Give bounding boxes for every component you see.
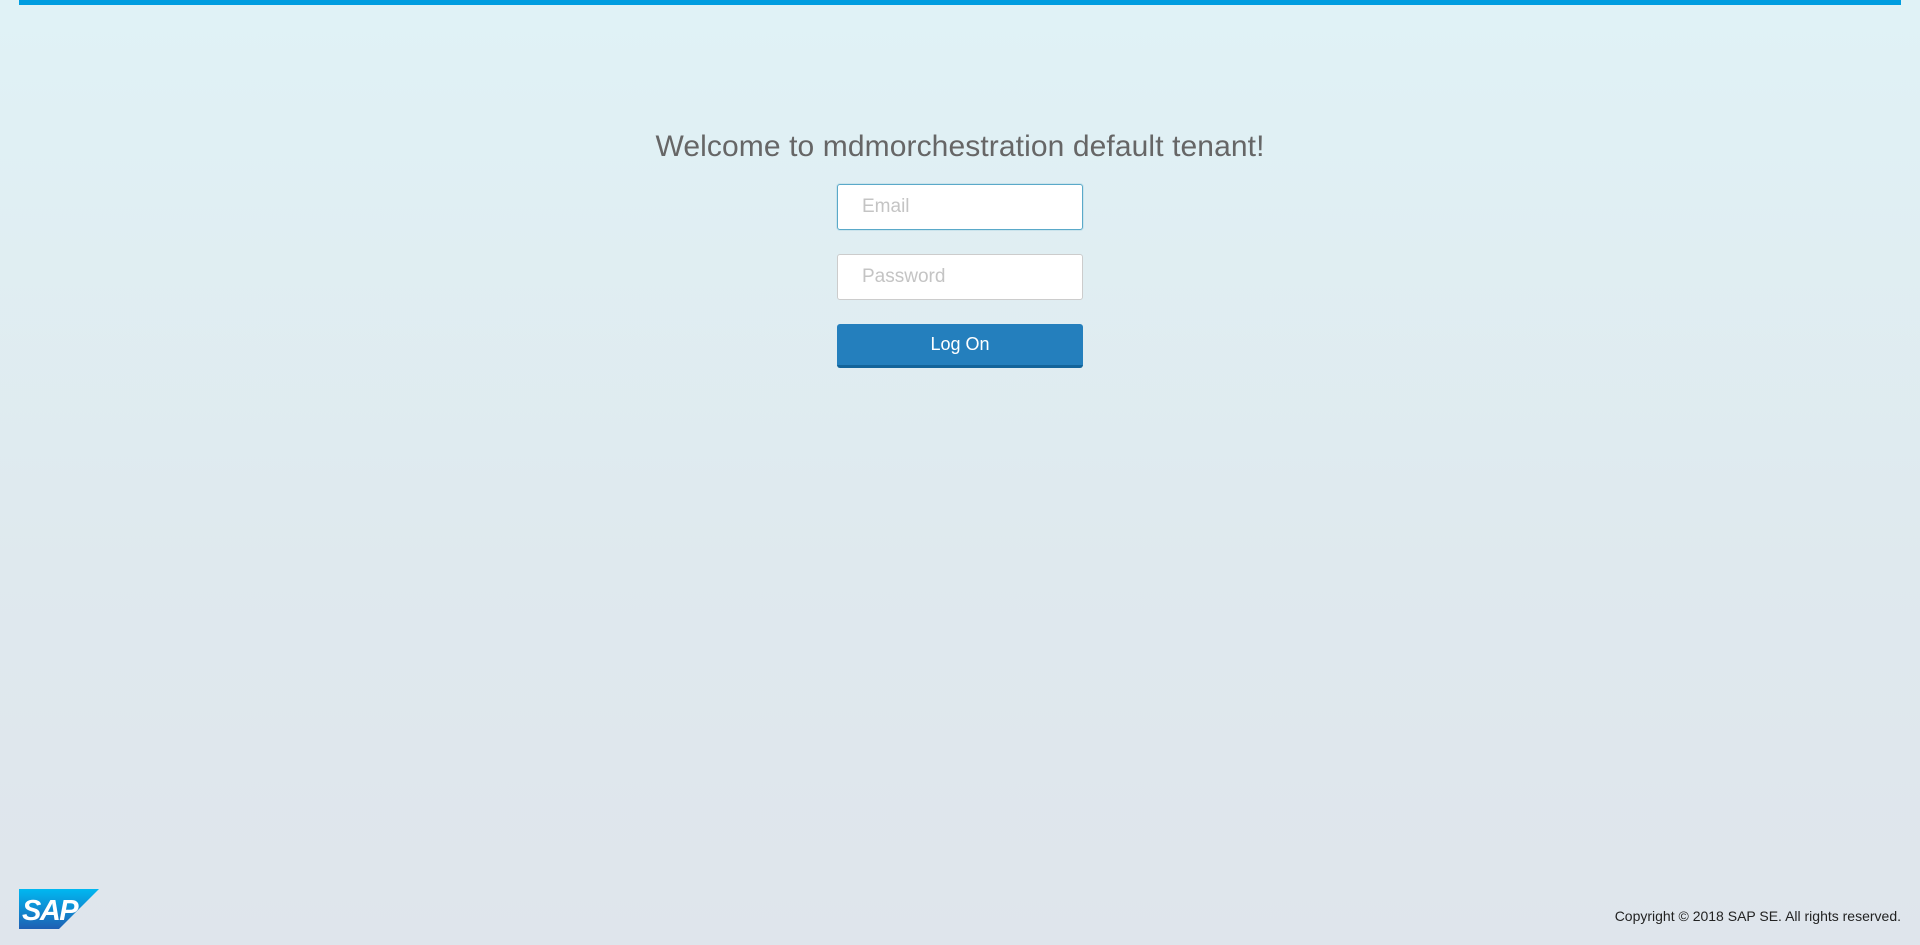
top-accent-bar [19, 0, 1901, 5]
welcome-title: Welcome to mdmorchestration default tena… [655, 130, 1265, 163]
email-field[interactable] [837, 184, 1083, 230]
copyright-text: Copyright © 2018 SAP SE. All rights rese… [1614, 908, 1901, 924]
login-panel: Welcome to mdmorchestration default tena… [0, 126, 1920, 368]
sap-logo-icon: SAP [19, 889, 99, 929]
svg-text:SAP: SAP [22, 895, 79, 927]
log-on-button[interactable]: Log On [837, 324, 1083, 368]
password-field[interactable] [837, 254, 1083, 300]
